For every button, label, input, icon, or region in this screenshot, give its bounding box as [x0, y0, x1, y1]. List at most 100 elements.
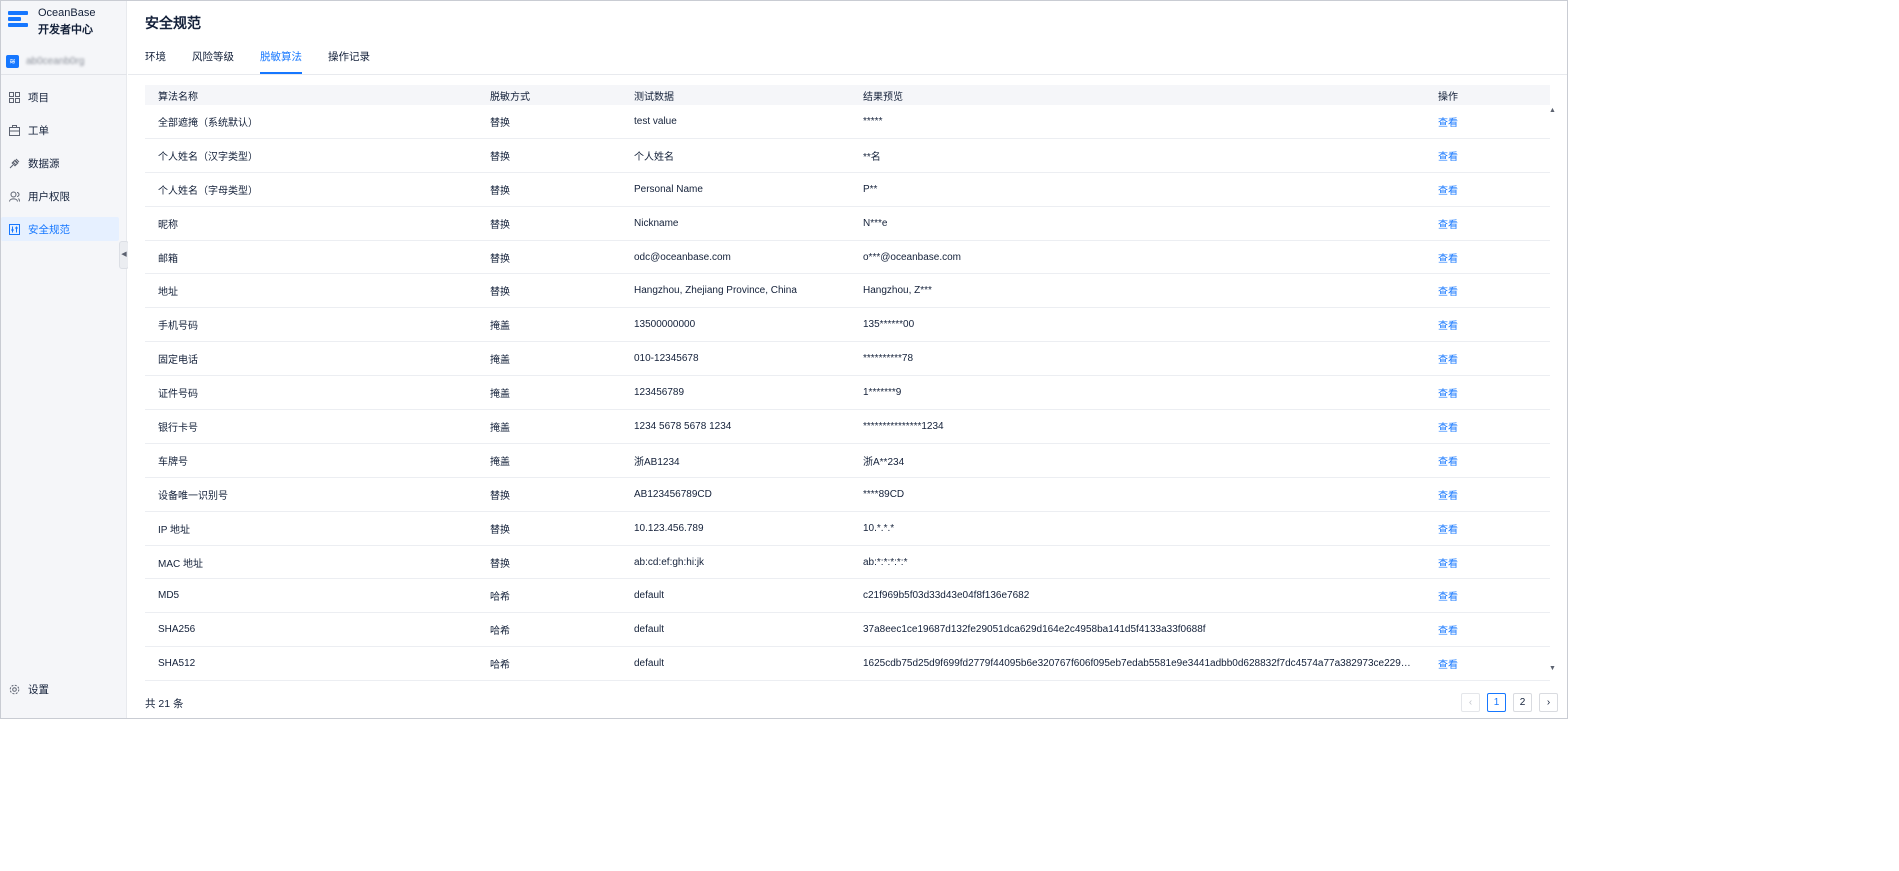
view-link[interactable]: 查看: [1438, 555, 1498, 570]
table-row: 设备唯一识别号 替换 AB123456789CD ****89CD 查看: [145, 478, 1550, 512]
cell-algorithm-name: 固定电话: [158, 355, 198, 367]
cell-algorithm-name: 手机号码: [158, 321, 198, 333]
table-row: 证件号码 掩盖 123456789 1*******9 查看: [145, 376, 1550, 411]
view-link[interactable]: 查看: [1438, 216, 1498, 231]
table-row: 地址 替换 Hangzhou, Zhejiang Province, China Ha…: [145, 274, 1550, 309]
column-header-test-data: 测试数据: [634, 91, 674, 103]
cell-result-preview: P**: [863, 183, 878, 195]
prev-page-button[interactable]: ‹: [1461, 693, 1480, 712]
cell-test-data: default: [634, 658, 665, 670]
sidebar-item-settings[interactable]: 设置: [1, 677, 119, 701]
view-link[interactable]: 查看: [1438, 588, 1498, 603]
sidebar-item-user-permission[interactable]: 用户权限: [1, 184, 119, 208]
table-scrollbar[interactable]: ▲ ▼: [1547, 105, 1559, 679]
cell-algorithm-name: 个人姓名（字母类型）: [158, 185, 258, 197]
cell-algorithm-name: SHA256: [158, 624, 196, 636]
view-link[interactable]: 查看: [1438, 182, 1498, 197]
cell-result-preview: 1*******9: [863, 387, 902, 399]
cell-result-preview: 10.*.*.*: [863, 522, 895, 534]
masking-algorithm-table: 算法名称 脱敏方式 测试数据 结果预览 操作 全部遮掩（系统默认） 替换 test …: [145, 85, 1550, 682]
cell-result-preview: o***@oceanbase.com: [863, 251, 961, 263]
divider: [1, 74, 127, 75]
sidebar-item-security-rules[interactable]: 安全规范: [1, 217, 119, 241]
cell-algorithm-name: MD5: [158, 590, 180, 602]
scroll-up-arrow-icon[interactable]: ▲: [1549, 107, 1556, 114]
view-link[interactable]: 查看: [1438, 487, 1498, 502]
cell-algorithm-name: 邮箱: [158, 253, 178, 265]
cell-result-preview: 浙A**234: [863, 456, 905, 468]
cell-result-preview: ***************1234: [863, 420, 944, 432]
cell-masking-method: 替换: [490, 219, 510, 231]
tab-masking-algorithm[interactable]: 脱敏算法: [260, 49, 302, 74]
cell-algorithm-name: 昵称: [158, 219, 178, 231]
view-link[interactable]: 查看: [1438, 148, 1498, 163]
view-link[interactable]: 查看: [1438, 419, 1498, 434]
cell-test-data: default: [634, 624, 665, 636]
cell-masking-method: 哈希: [490, 626, 510, 638]
tab-risk-level[interactable]: 风险等级: [192, 49, 234, 74]
cell-test-data: test value: [634, 115, 677, 127]
view-link[interactable]: 查看: [1438, 453, 1498, 468]
table-row: MAC 地址 替换 ab:cd:ef:gh:hi:jk ab:*:*:*:*:* 查看: [145, 546, 1550, 580]
cell-result-preview: c21f969b5f03d33d43e04f8f136e7682: [863, 590, 1030, 602]
scroll-down-arrow-icon[interactable]: ▼: [1549, 665, 1556, 672]
page-button-2[interactable]: 2: [1513, 693, 1532, 712]
sidebar-item-project[interactable]: 项目: [1, 85, 119, 109]
cell-result-preview: **名: [863, 151, 881, 163]
cell-result-preview: N***e: [863, 217, 888, 229]
org-switcher[interactable]: ≋ ab0ceanb0rg: [1, 52, 127, 72]
cell-test-data: 13500000000: [634, 319, 696, 331]
shield-rules-icon: [8, 223, 20, 235]
sidebar-item-label: 数据源: [28, 157, 60, 170]
cell-test-data: odc@oceanbase.com: [634, 251, 731, 263]
table-row: 全部遮掩（系统默认） 替换 test value ***** 查看: [145, 105, 1550, 139]
divider: [128, 74, 1567, 75]
grid-icon: [8, 91, 20, 103]
cell-algorithm-name: 设备唯一识别号: [158, 490, 228, 502]
sidebar: OceanBase 开发者中心 ≋ ab0ceanb0rg 项目 工单 数据源: [1, 1, 129, 718]
next-page-button[interactable]: ›: [1539, 693, 1558, 712]
table-row: 固定电话 掩盖 010-12345678 **********78 查看: [145, 342, 1550, 377]
cell-algorithm-name: 地址: [158, 287, 178, 299]
view-link[interactable]: 查看: [1438, 317, 1498, 332]
table-row: 车牌号 掩盖 浙AB1234 浙A**234 查看: [145, 444, 1550, 478]
cell-algorithm-name: 银行卡号: [158, 422, 198, 434]
main-content: 安全规范 环境 风险等级 脱敏算法 操作记录 算法名称 脱敏方式 测试数据 结果…: [128, 1, 1567, 718]
view-link[interactable]: 查看: [1438, 521, 1498, 536]
view-link[interactable]: 查看: [1438, 622, 1498, 637]
page-title: 安全规范: [145, 15, 201, 31]
pagination: ‹ 1 2 ›: [1461, 693, 1565, 712]
sidebar-item-ticket[interactable]: 工单: [1, 118, 119, 142]
view-link[interactable]: 查看: [1438, 114, 1498, 129]
tab-environment[interactable]: 环境: [145, 49, 166, 74]
cell-masking-method: 替换: [490, 287, 510, 299]
cell-test-data: 个人姓名: [634, 151, 674, 163]
cell-test-data: 123456789: [634, 387, 685, 399]
view-link[interactable]: 查看: [1438, 656, 1498, 671]
tab-bar: 环境 风险等级 脱敏算法 操作记录: [145, 49, 396, 74]
cell-result-preview: 37a8eec1ce19687d132fe29051dca629d164e2c4…: [863, 624, 1206, 636]
view-link[interactable]: 查看: [1438, 385, 1498, 400]
view-link[interactable]: 查看: [1438, 283, 1498, 298]
sidebar-item-datasource[interactable]: 数据源: [1, 151, 119, 175]
table-row: SHA512 哈希 default 1625cdb75d25d9f699fd2779f…: [145, 647, 1550, 682]
sidebar-item-label: 项目: [28, 91, 49, 104]
cell-algorithm-name: SHA512: [158, 658, 196, 670]
cell-test-data: Nickname: [634, 217, 679, 229]
cell-result-preview: Hangzhou, Z***: [863, 285, 932, 297]
org-name: ab0ceanb0rg: [26, 56, 85, 67]
cell-algorithm-name: MAC 地址: [158, 558, 203, 570]
table-row: IP 地址 替换 10.123.456.789 10.*.*.* 查看: [145, 512, 1550, 546]
table-header: 算法名称 脱敏方式 测试数据 结果预览 操作: [145, 85, 1550, 105]
sidebar-item-label: 设置: [28, 683, 49, 696]
cell-masking-method: 掩盖: [490, 389, 510, 401]
cell-masking-method: 替换: [490, 185, 510, 197]
brand-name: OceanBase: [38, 7, 96, 19]
view-link[interactable]: 查看: [1438, 351, 1498, 366]
brand[interactable]: OceanBase 开发者中心: [8, 6, 123, 42]
cell-masking-method: 替换: [490, 490, 510, 502]
org-layers-icon: ≋: [6, 55, 19, 68]
page-button-1[interactable]: 1: [1487, 693, 1506, 712]
tab-operation-log[interactable]: 操作记录: [328, 49, 370, 74]
view-link[interactable]: 查看: [1438, 250, 1498, 265]
